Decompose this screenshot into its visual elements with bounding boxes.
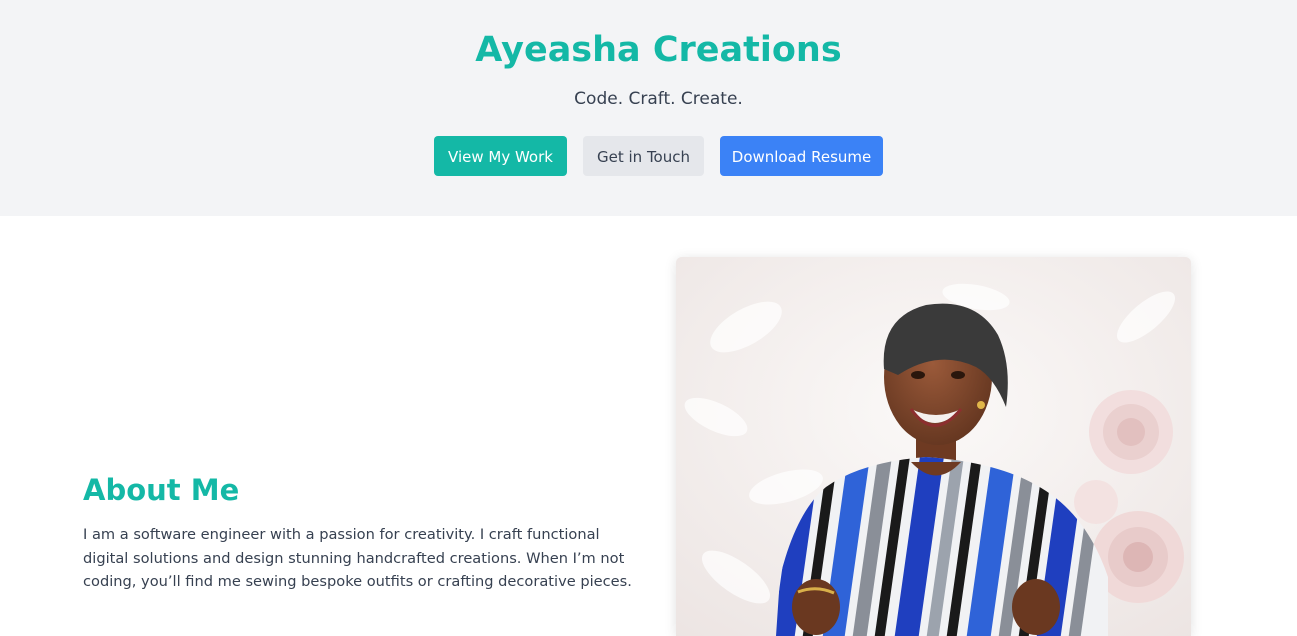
about-heading: About Me	[83, 473, 240, 507]
tagline: Code. Craft. Create.	[574, 89, 743, 109]
hero-section: Ayeasha Creations Code. Craft. Create. V…	[0, 0, 1297, 216]
get-in-touch-button[interactable]: Get in Touch	[583, 136, 704, 176]
download-resume-button[interactable]: Download Resume	[720, 136, 883, 176]
about-description: I am a software engineer with a passion …	[83, 526, 632, 590]
profile-photo	[676, 257, 1191, 636]
site-title: Ayeasha Creations	[475, 30, 842, 70]
view-my-work-button[interactable]: View My Work	[434, 136, 567, 176]
